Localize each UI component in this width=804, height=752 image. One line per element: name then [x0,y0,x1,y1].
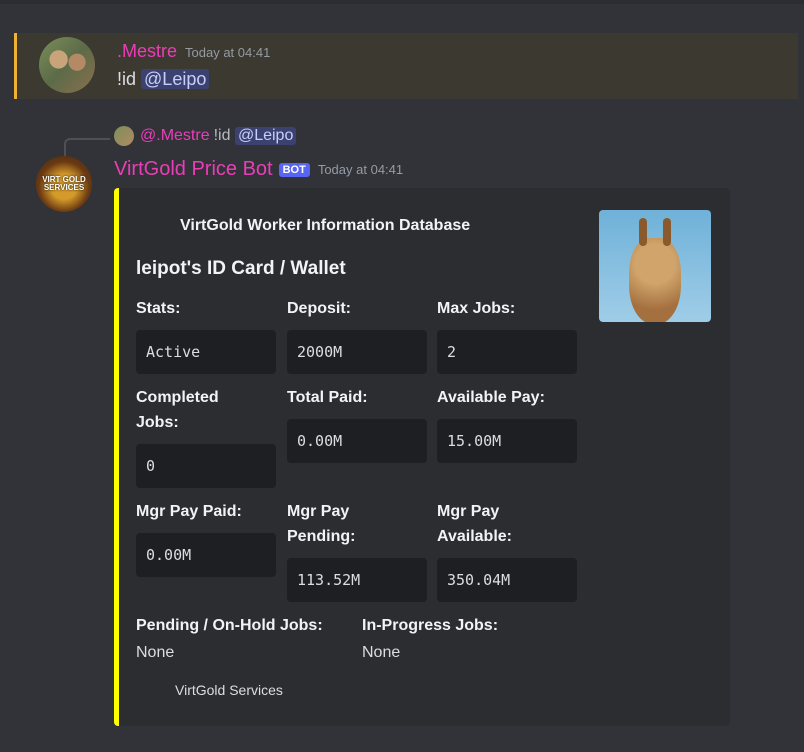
bot-avatar[interactable]: VIRT GOLD SERVICES [36,156,92,212]
field-completed-jobs-value: 0 [136,444,276,488]
username[interactable]: .Mestre [117,41,177,61]
field-mgr-pay-available-name: Mgr Pay Available: [437,503,512,545]
message-header: VirtGold Price Bot BOT Today at 04:41 [114,158,403,181]
embed-author: VirtGold Worker Information Database [180,217,471,234]
field-max-jobs-name: Max Jobs: [437,300,516,317]
user-mention[interactable]: @Leipo [141,69,210,89]
reply-reference[interactable]: @.Mestre !id @Leipo [114,126,297,146]
field-max-jobs-value: 2 [437,330,577,374]
field-mgr-pay-available-value: 350.04M [437,558,577,602]
reply-connector [64,138,110,158]
field-available-pay-name: Available Pay: [437,389,545,406]
field-in-progress-jobs-value: None [362,644,401,661]
field-deposit-name: Deposit: [287,300,351,317]
message-header: .Mestre Today at 04:41 [117,41,270,62]
field-in-progress-jobs-name: In-Progress Jobs: [362,617,499,634]
field-pending-jobs-name: Pending / On-Hold Jobs: [136,617,323,634]
field-stats-value: Active [136,330,276,374]
field-deposit-value: 2000M [287,330,427,374]
timestamp: Today at 04:41 [317,162,404,177]
bot-username[interactable]: VirtGold Price Bot [114,158,273,181]
embed-thumbnail[interactable] [599,210,711,322]
message-mestre[interactable]: .Mestre Today at 04:41 !id @Leipo [14,33,798,99]
timestamp: Today at 04:41 [185,45,271,60]
field-mgr-pay-paid-value: 0.00M [136,533,276,577]
embed-footer: VirtGold Services [175,682,283,698]
bot-badge: BOT [278,162,310,177]
field-mgr-pay-pending-name: Mgr Pay Pending: [287,503,356,545]
command-text: !id [117,69,137,89]
previous-message-fragment [0,0,804,4]
reply-avatar [114,126,134,146]
field-mgr-pay-paid-name: Mgr Pay Paid: [136,503,242,520]
reply-command: !id [213,127,231,144]
field-total-paid-name: Total Paid: [287,389,368,406]
field-pending-jobs-value: None [136,644,175,661]
field-stats-name: Stats: [136,300,181,317]
field-total-paid-value: 0.00M [287,419,427,463]
field-completed-jobs-name: Completed Jobs: [136,389,219,431]
embed-card: VirtGold Worker Information Database lei… [114,188,730,726]
avatar[interactable] [39,37,95,93]
field-mgr-pay-pending-value: 113.52M [287,558,427,602]
bot-avatar-text: VIRT GOLD SERVICES [42,175,86,192]
giraffe-horn [639,218,647,246]
field-available-pay-value: 15.00M [437,419,577,463]
giraffe-image [629,238,681,322]
giraffe-horn [663,218,671,246]
embed-title: leipot's ID Card / Wallet [136,258,346,279]
message-content: !id @Leipo [117,69,210,90]
reply-mention[interactable]: @Leipo [234,127,297,145]
reply-author[interactable]: @.Mestre [140,127,210,145]
